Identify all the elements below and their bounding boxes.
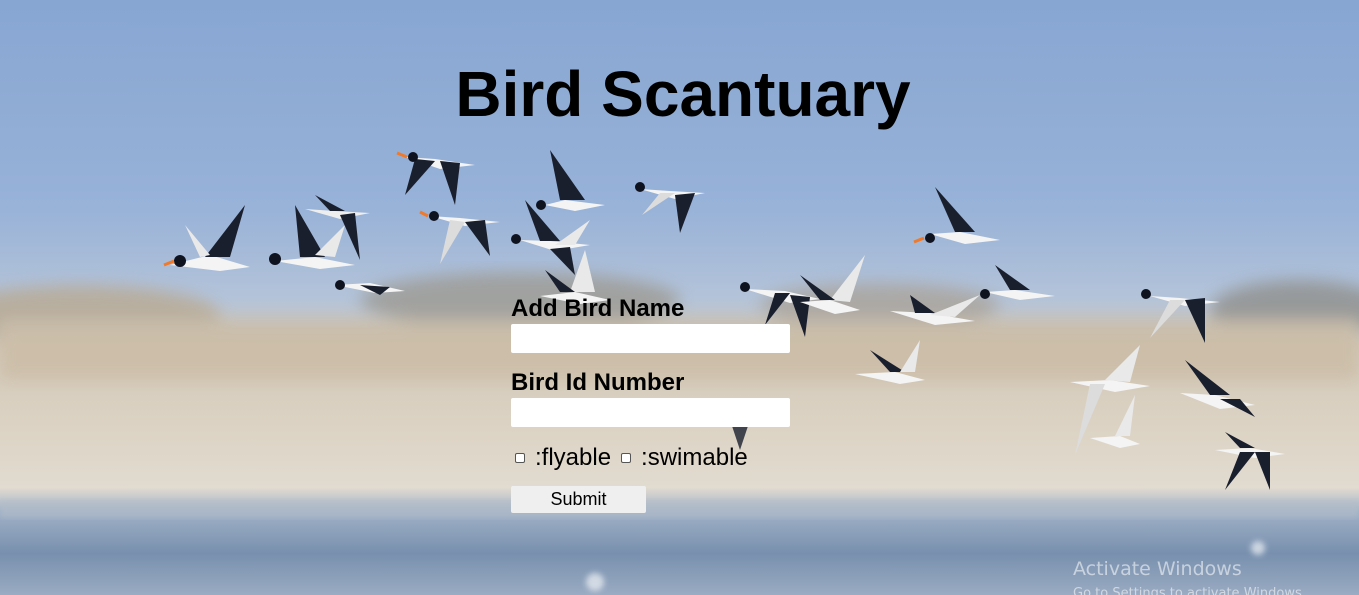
watermark-subtitle: Go to Settings to activate Windows. — [1073, 586, 1306, 595]
bird-name-label: Add Bird Name — [511, 295, 685, 322]
page: Bird Scantuary Add Bird Name Bird Id Num… — [0, 0, 1359, 595]
page-title: Bird Scantuary — [455, 58, 911, 130]
bird-id-label: Bird Id Number — [511, 369, 685, 396]
bird-name-input[interactable] — [511, 324, 790, 353]
swimable-label: :swimable — [641, 444, 748, 471]
add-bird-form: Add Bird Name Bird Id Number :flyable :s… — [511, 294, 811, 513]
bird-id-input[interactable] — [511, 398, 790, 427]
flyable-label: :flyable — [535, 444, 612, 471]
swimable-checkbox[interactable] — [621, 453, 632, 463]
flyable-checkbox[interactable] — [515, 453, 525, 463]
activate-windows-watermark: Activate Windows Go to Settings to activ… — [1073, 558, 1306, 595]
ability-checkboxes: :flyable :swimable — [511, 444, 811, 472]
submit-button[interactable]: Submit — [511, 486, 646, 513]
watermark-title: Activate Windows — [1073, 558, 1242, 580]
